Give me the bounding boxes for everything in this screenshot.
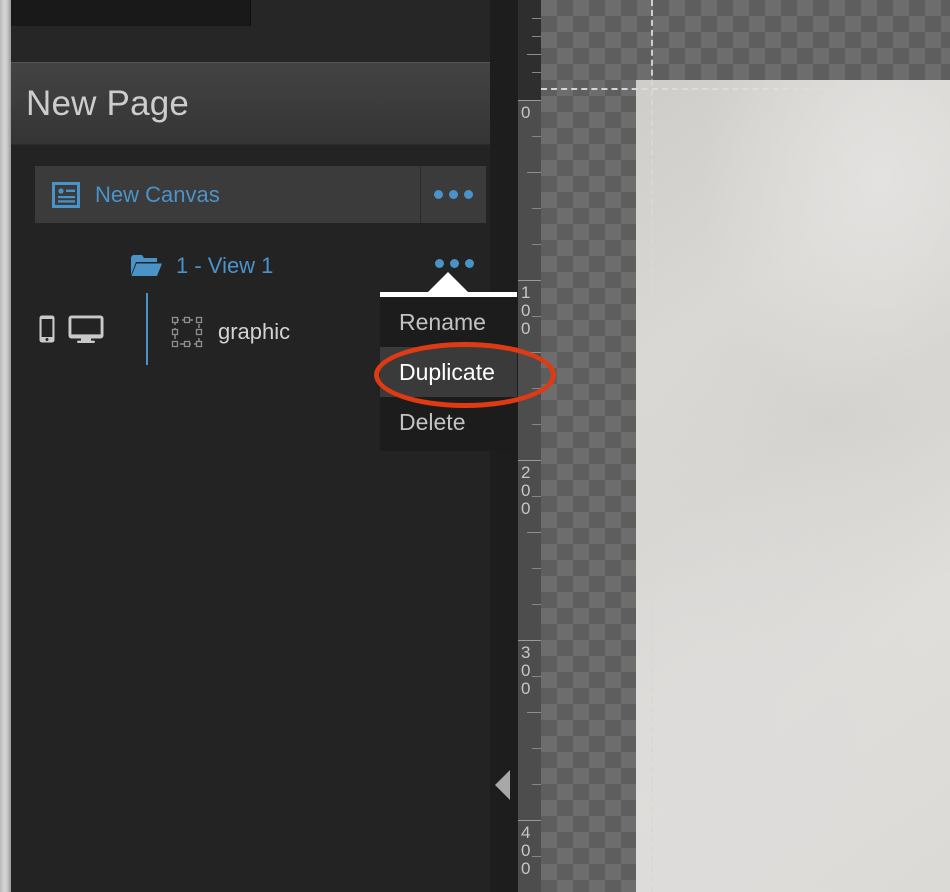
phone-icon[interactable] <box>39 315 55 348</box>
ruler-label-200: 200 <box>521 463 531 518</box>
ruler-label-100: 100 <box>521 283 531 338</box>
folder-row[interactable]: 1 - View 1 <box>11 245 490 287</box>
sidebar-tabstrip <box>11 0 490 62</box>
tree-connector-line <box>146 293 148 365</box>
menu-item-rename[interactable]: Rename <box>380 297 517 347</box>
ruler-label-300: 300 <box>521 643 531 698</box>
graphic-row[interactable]: graphic <box>171 316 290 348</box>
graphic-object-icon <box>171 316 203 348</box>
canvas-label: New Canvas <box>95 181 220 207</box>
panel-header: New Page <box>11 62 490 145</box>
canvas-more-options-button[interactable] <box>421 166 486 223</box>
desktop-icon[interactable] <box>68 315 104 348</box>
canvas-page-icon <box>52 181 80 209</box>
context-menu: Rename Duplicate Delete <box>380 292 517 451</box>
graphic-label: graphic <box>218 319 291 344</box>
canvas-viewport[interactable] <box>541 0 950 892</box>
more-options-icon <box>434 190 473 199</box>
folder-more-options-button[interactable] <box>435 259 474 268</box>
vertical-guide[interactable] <box>651 0 653 892</box>
device-visibility-group <box>39 315 104 348</box>
menu-item-duplicate[interactable]: Duplicate <box>380 347 517 397</box>
window-left-edge <box>0 0 11 892</box>
folder-label: 1 - View 1 <box>176 253 274 278</box>
canvas-row: New Canvas <box>35 166 486 223</box>
ruler-label-0: 0 <box>521 103 531 122</box>
application-window: New Page New Canvas 1 - View 1 graphic 0… <box>0 0 950 892</box>
canvas-row-select[interactable]: New Canvas <box>35 166 421 223</box>
folder-open-icon <box>131 254 162 278</box>
ruler-offscreen-region <box>518 0 541 100</box>
collapse-panel-arrow-icon[interactable] <box>495 770 513 800</box>
tab-active[interactable] <box>11 0 251 26</box>
ruler-label-400: 400 <box>521 823 531 878</box>
image-artboard[interactable] <box>636 80 950 892</box>
context-menu-arrow <box>424 272 472 296</box>
page-title: New Page <box>26 84 190 123</box>
menu-item-delete[interactable]: Delete <box>380 397 517 447</box>
horizontal-guide[interactable] <box>541 88 950 90</box>
vertical-ruler[interactable]: 0 100 200 300 400 <box>518 0 541 892</box>
